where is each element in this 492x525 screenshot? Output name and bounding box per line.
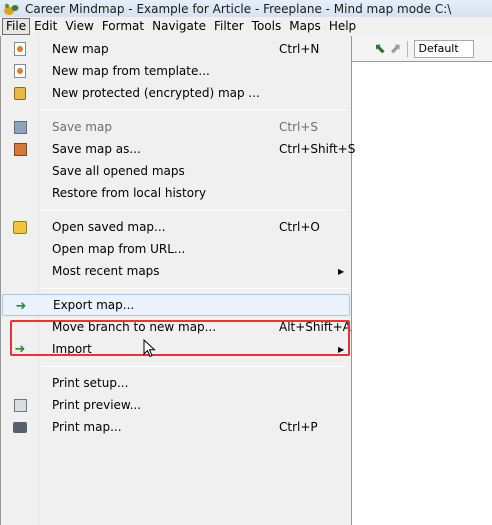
menu-item-label: Restore from local history bbox=[52, 186, 207, 200]
window-titlebar: Career Mindmap - Example for Article - F… bbox=[0, 0, 492, 17]
lock-icon bbox=[12, 85, 28, 101]
menu-help[interactable]: Help bbox=[325, 18, 360, 35]
save-icon bbox=[12, 119, 28, 135]
menu-item-most-recent-maps[interactable]: Most recent maps ▶ bbox=[2, 260, 350, 282]
menu-item-save-all-opened-maps[interactable]: Save all opened maps bbox=[2, 160, 350, 182]
menu-item-label: Save map bbox=[52, 120, 112, 134]
open-icon bbox=[12, 219, 28, 235]
menu-item-save-map[interactable]: Save map Ctrl+S bbox=[2, 116, 350, 138]
file-menu-dropdown: New map Ctrl+N New map from template... … bbox=[0, 36, 355, 525]
menu-item-open-map-from-url[interactable]: Open map from URL... bbox=[2, 238, 350, 260]
menu-maps[interactable]: Maps bbox=[285, 18, 325, 35]
menu-navigate[interactable]: Navigate bbox=[148, 18, 210, 35]
menu-item-label: Save map as... bbox=[52, 142, 141, 156]
menu-file[interactable]: File bbox=[2, 18, 31, 35]
menu-separator bbox=[41, 109, 347, 110]
menu-separator bbox=[41, 366, 347, 367]
menu-item-new-protected-map[interactable]: New protected (encrypted) map ... bbox=[2, 82, 350, 104]
freeplane-app-icon bbox=[4, 3, 19, 15]
menu-item-label: Open map from URL... bbox=[52, 242, 186, 256]
menu-item-label: New map bbox=[52, 42, 109, 56]
menu-item-shortcut: Ctrl+N bbox=[279, 42, 320, 56]
menu-item-export-map[interactable]: ➜ Export map... bbox=[2, 294, 350, 316]
menu-edit[interactable]: Edit bbox=[30, 18, 61, 35]
window-title: Career Mindmap - Example for Article - F… bbox=[25, 1, 452, 16]
annotation-highlight-box bbox=[10, 320, 350, 356]
menu-item-shortcut: Ctrl+O bbox=[279, 220, 320, 234]
menu-item-shortcut: Ctrl+Shift+S bbox=[279, 142, 356, 156]
menu-item-print-setup[interactable]: Print setup... bbox=[2, 372, 350, 394]
menu-item-restore-from-local-history[interactable]: Restore from local history bbox=[2, 182, 350, 204]
menu-item-label: Save all opened maps bbox=[52, 164, 185, 178]
export-icon: ➜ bbox=[15, 298, 27, 314]
menu-item-label: Open saved map... bbox=[52, 220, 166, 234]
print-icon bbox=[12, 419, 28, 435]
menu-item-print-preview[interactable]: Print preview... bbox=[2, 394, 350, 416]
template-icon bbox=[12, 63, 28, 79]
menu-item-label: Most recent maps bbox=[52, 264, 160, 278]
menu-item-open-saved-map[interactable]: Open saved map... Ctrl+O bbox=[2, 216, 350, 238]
save-as-icon bbox=[12, 141, 28, 157]
menu-item-shortcut: Ctrl+P bbox=[279, 420, 318, 434]
menu-filter[interactable]: Filter bbox=[210, 18, 248, 35]
mouse-cursor-icon bbox=[143, 339, 156, 358]
menu-item-label: New protected (encrypted) map ... bbox=[52, 86, 260, 100]
menu-item-print-map[interactable]: Print map... Ctrl+P bbox=[2, 416, 350, 438]
menu-item-new-map-from-template[interactable]: New map from template... bbox=[2, 60, 350, 82]
menu-item-label: Print map... bbox=[52, 420, 122, 434]
back-arrow-icon[interactable]: ⬉ bbox=[374, 41, 386, 57]
menu-item-new-map[interactable]: New map Ctrl+N bbox=[2, 38, 350, 60]
menu-item-save-map-as[interactable]: Save map as... Ctrl+Shift+S bbox=[2, 138, 355, 160]
menu-format[interactable]: Format bbox=[98, 18, 148, 35]
menu-item-shortcut: Ctrl+S bbox=[279, 120, 319, 134]
menu-item-label: New map from template... bbox=[52, 64, 210, 78]
menu-view[interactable]: View bbox=[61, 18, 97, 35]
submenu-arrow-icon: ▶ bbox=[338, 266, 345, 276]
menu-item-label: Print setup... bbox=[52, 376, 129, 390]
menu-tools[interactable]: Tools bbox=[248, 18, 286, 35]
toolbar-separator bbox=[407, 40, 409, 57]
menu-item-label: Print preview... bbox=[52, 398, 142, 412]
print-preview-icon bbox=[12, 397, 28, 413]
node-style-select[interactable]: Default bbox=[414, 39, 475, 58]
menu-item-label: Export map... bbox=[53, 298, 135, 312]
new-map-icon bbox=[12, 41, 28, 57]
toolbar: ⬉ ⬈ Default bbox=[352, 36, 492, 62]
menu-separator bbox=[41, 288, 347, 289]
menu-separator bbox=[41, 210, 347, 211]
forward-arrow-icon[interactable]: ⬈ bbox=[390, 41, 402, 57]
menu-bar: File Edit View Format Navigate Filter To… bbox=[0, 17, 492, 36]
